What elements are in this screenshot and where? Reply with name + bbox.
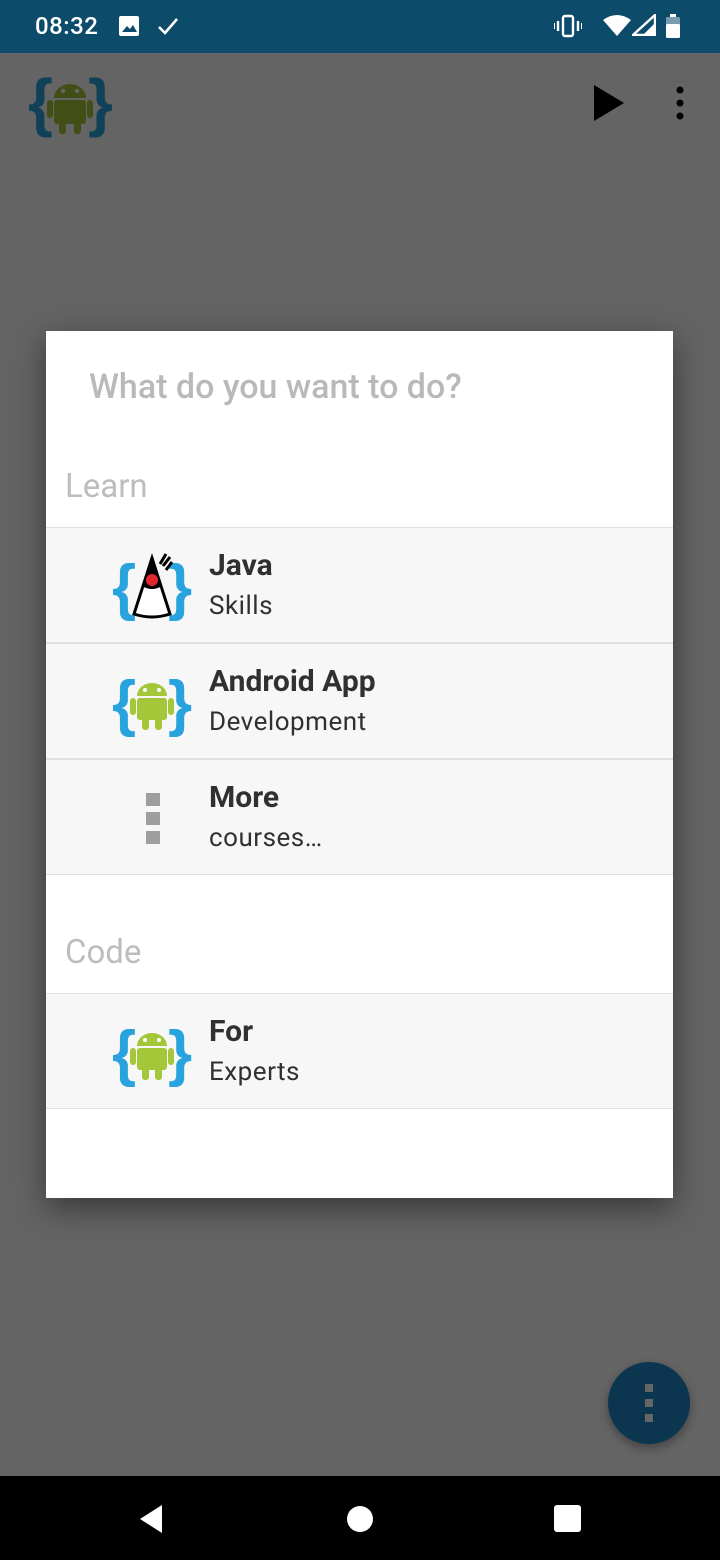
back-icon[interactable] — [136, 1502, 170, 1536]
signal-icon — [632, 14, 656, 36]
battery-icon — [666, 14, 680, 38]
more-dots-icon — [146, 793, 160, 844]
vibrate-icon — [554, 14, 582, 38]
section-header-code: Code — [65, 933, 142, 972]
menu-item-subtitle: Experts — [209, 1057, 300, 1087]
navigation-bar — [0, 1476, 720, 1560]
wifi-icon — [603, 15, 631, 36]
menu-item-java-skills[interactable]: { } Java Skills — [46, 527, 673, 643]
recents-icon[interactable] — [551, 1502, 585, 1536]
menu-item-android-app-development[interactable]: { } Android App Development — [46, 643, 673, 759]
menu-item-title: For — [209, 1014, 254, 1049]
home-icon[interactable] — [343, 1502, 377, 1536]
menu-item-subtitle: Development — [209, 707, 367, 737]
menu-item-subtitle: Skills — [209, 591, 274, 621]
svg-text:{: { — [112, 553, 136, 622]
menu-item-title: Java — [209, 548, 273, 583]
menu-item-for-experts[interactable]: { } For Experts — [46, 993, 673, 1109]
menu-item-title: Android App — [209, 664, 376, 699]
menu-item-subtitle: courses… — [209, 823, 323, 853]
java-duke-icon: { } — [112, 553, 192, 622]
android-braces-icon: { } — [112, 1019, 192, 1088]
status-time: 08:32 — [35, 12, 99, 40]
image-icon — [119, 16, 139, 36]
menu-item-title: More — [209, 780, 280, 815]
menu-item-more-courses[interactable]: More courses… — [46, 759, 673, 875]
status-bar: 08:32 — [0, 0, 720, 53]
dialog-title: What do you want to do? — [89, 367, 462, 407]
action-dialog: What do you want to do? Learn { } Java S… — [46, 331, 673, 1198]
section-header-learn: Learn — [65, 467, 148, 506]
android-braces-icon: { } — [112, 669, 192, 738]
check-icon — [158, 18, 178, 35]
